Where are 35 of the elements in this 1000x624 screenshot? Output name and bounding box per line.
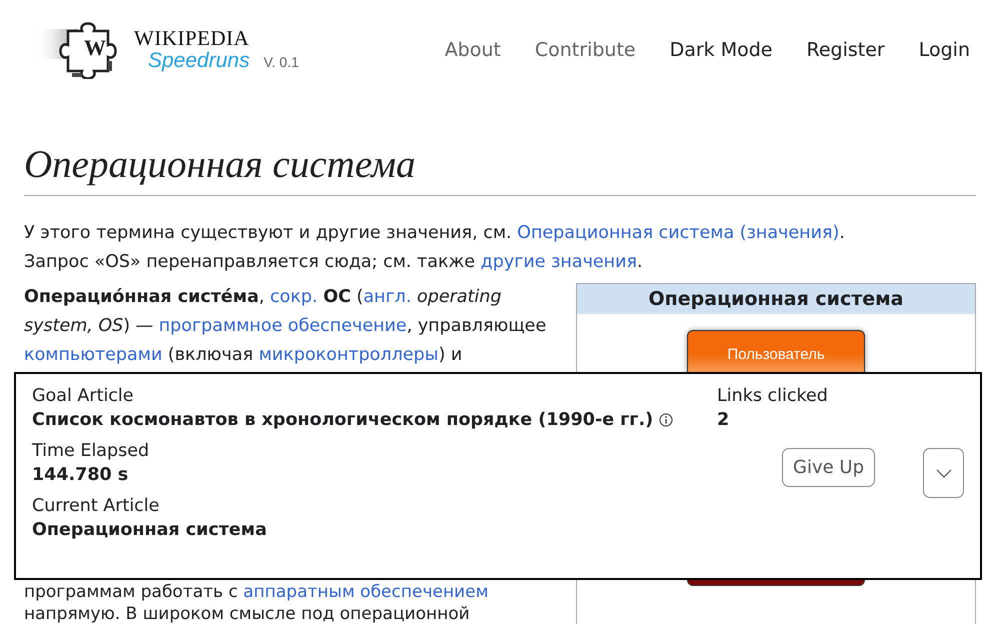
article-link[interactable]: англ. — [363, 287, 412, 307]
links-count: 2 — [717, 410, 730, 430]
goal-label: Goal Article — [32, 386, 135, 406]
nav-link[interactable]: Dark Mode — [670, 39, 772, 61]
nav-link[interactable]: About — [444, 39, 501, 61]
goal-article: Список космонавтов в хронологическом порядке (1990-е гг.) — [32, 410, 654, 430]
version-label: V. 0.1 — [264, 54, 299, 70]
current-article: Операционная система — [32, 520, 268, 540]
article-link[interactable]: компьютерами — [24, 345, 162, 365]
article-link[interactable]: аппаратным обеспечением — [243, 582, 488, 602]
article-paragraph: Операцио́нная систе́ма, сокр. ОС (англ. operating system, OS) — программное обеспечение, управляющее компьютерами (включая микроконтроллеры) и — [24, 286, 546, 367]
article-link[interactable]: микроконтроллеры — [258, 345, 438, 365]
time-label: Time Elapsed — [32, 441, 150, 461]
logo-title: WIKIPEDIA — [134, 27, 250, 49]
chevron-icon — [936, 468, 952, 478]
article-paragraph: программам работать с аппаратным обеспечением напрямую. В широком смысле под операционной — [24, 581, 490, 624]
info-icon[interactable] — [659, 413, 674, 427]
hatnote: У этого термина существуют и другие значения, см. Операционная система (значения). — [24, 222, 846, 245]
logo-letter: W — [84, 35, 106, 61]
links-label: Links clicked — [717, 386, 829, 406]
article-link[interactable]: программное обеспечение — [158, 316, 407, 336]
current-label: Current Article — [32, 496, 160, 516]
time-value: 144.780 s — [32, 465, 130, 485]
nav-link[interactable]: Login — [918, 39, 970, 61]
article-link[interactable]: другие значения — [480, 252, 638, 272]
logo-subtitle: Speedruns — [148, 49, 250, 73]
infobox-title: Операционная система — [577, 284, 975, 314]
nav-link[interactable]: Contribute — [534, 39, 636, 61]
expand-button[interactable] — [923, 448, 964, 498]
nav-link[interactable]: Register — [806, 39, 885, 61]
article-link[interactable]: сокр. — [270, 287, 318, 307]
article-title: Операционная система — [24, 142, 976, 196]
give-up-button[interactable]: Give Up — [782, 448, 875, 487]
article-link[interactable]: Операционная система (значения) — [517, 223, 840, 243]
hatnote: Запрос «OS» перенаправляется сюда; см. также другие значения. — [24, 251, 644, 274]
